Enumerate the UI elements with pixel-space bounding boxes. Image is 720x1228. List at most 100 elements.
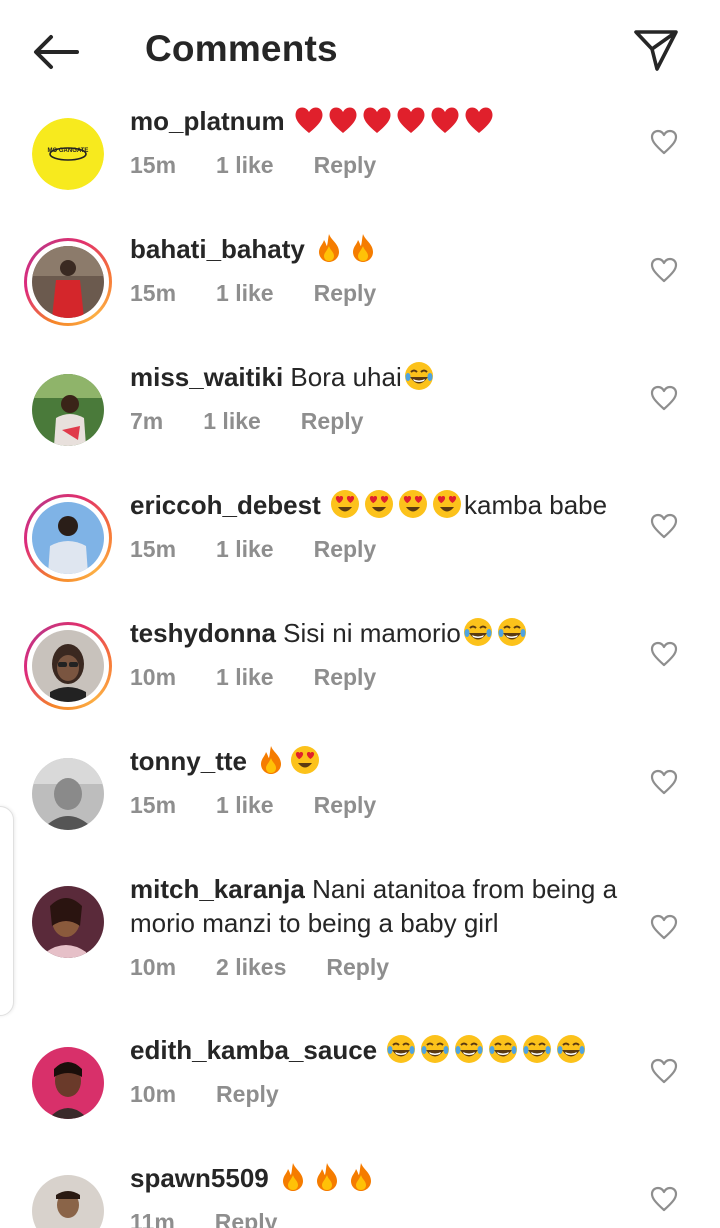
like-comment-button[interactable] (648, 126, 680, 158)
hearteyes-emoji-icon (398, 490, 427, 518)
like-comment-button[interactable] (648, 638, 680, 670)
reply-button[interactable]: Reply (314, 792, 377, 819)
share-button[interactable] (630, 26, 682, 74)
comment-like-count[interactable]: 1 like (216, 152, 274, 179)
avatar[interactable]: MO GANGATE (24, 110, 112, 198)
laugh-emoji-icon (463, 618, 492, 646)
reply-button[interactable]: Reply (326, 954, 389, 981)
avatar-image (32, 886, 104, 958)
comment-username[interactable]: edith_kamba_sauce (130, 1035, 377, 1065)
comment-username[interactable]: ericcoh_debest (130, 490, 321, 520)
comment-username[interactable]: bahati_bahaty (130, 234, 305, 264)
reply-button[interactable]: Reply (314, 280, 377, 307)
reply-button[interactable]: Reply (215, 1209, 278, 1228)
avatar[interactable] (24, 238, 112, 326)
avatar-image (32, 1047, 104, 1119)
comment-meta: 11m Reply (130, 1209, 277, 1228)
comment-body-after: kamba babe (463, 490, 608, 520)
heart-emoji-icon (363, 107, 391, 133)
hearteyes-emoji-icon (330, 490, 359, 518)
heart-outline-icon (650, 914, 678, 940)
comment-like-count[interactable]: 1 like (216, 664, 274, 691)
comment-username[interactable]: spawn5509 (130, 1163, 269, 1193)
comment-row: edith_kamba_sauce 10m Reply (0, 1029, 720, 1157)
reply-button[interactable]: Reply (314, 152, 377, 179)
hearteyes-emoji-icon (291, 746, 320, 774)
comment-text: bahati_bahaty (130, 232, 630, 266)
avatar-photo (32, 630, 104, 702)
like-comment-button[interactable] (648, 1183, 680, 1215)
comment-time: 11m (130, 1209, 175, 1228)
comment-body: Sisi ni mamorio (275, 618, 461, 648)
avatar-photo (32, 246, 104, 318)
comment-username[interactable]: tonny_tte (130, 746, 247, 776)
comment-row: miss_waitiki Bora uhai 7m 1 like Reply (0, 356, 720, 484)
comment-emojis (384, 1035, 588, 1065)
page-title: Comments (145, 28, 338, 69)
avatar[interactable] (24, 366, 112, 454)
reply-button[interactable]: Reply (314, 664, 377, 691)
like-comment-button[interactable] (648, 1055, 680, 1087)
comment-like-count[interactable]: 1 like (216, 792, 274, 819)
comment-meta: 10m 2 likes Reply (130, 954, 389, 981)
comment-like-count[interactable]: 1 like (203, 408, 261, 435)
comment-username[interactable]: miss_waitiki (130, 362, 283, 392)
comment-text: miss_waitiki Bora uhai (130, 360, 630, 394)
fire-emoji-icon (261, 746, 282, 774)
comment-like-count[interactable]: 1 like (216, 536, 274, 563)
comment-row: ericcoh_debest kamba babe 15m 1 like Reply (0, 484, 720, 612)
heart-emoji-icon (295, 107, 323, 133)
comment-row: spawn5509 11m Reply (0, 1157, 720, 1228)
heart-emoji-icon (397, 107, 425, 133)
comment-text: tonny_tte (130, 744, 630, 778)
like-comment-button[interactable] (648, 254, 680, 286)
avatar-image (32, 374, 104, 446)
avatar-photo (32, 374, 104, 446)
like-comment-button[interactable] (648, 382, 680, 414)
story-ring-gap (27, 625, 109, 707)
comment-emojis (402, 362, 436, 392)
fire-emoji-icon (319, 234, 340, 262)
like-comment-button[interactable] (648, 766, 680, 798)
like-comment-button[interactable] (648, 911, 680, 943)
avatar[interactable] (24, 878, 112, 966)
avatar[interactable] (24, 750, 112, 838)
comment-time: 15m (130, 536, 177, 562)
reply-button[interactable]: Reply (314, 536, 377, 563)
back-button[interactable] (28, 30, 82, 74)
comment-meta: 10m 1 like Reply (130, 664, 376, 691)
laugh-emoji-icon (421, 1035, 450, 1063)
laugh-emoji-icon (404, 362, 433, 390)
comment-username[interactable]: teshydonna (130, 618, 276, 648)
laugh-emoji-icon (523, 1035, 552, 1063)
comment-like-count[interactable]: 1 like (216, 280, 274, 307)
avatar-photo (32, 1175, 104, 1228)
avatar[interactable] (24, 494, 112, 582)
laugh-emoji-icon (455, 1035, 484, 1063)
heart-outline-icon (650, 257, 678, 283)
avatar[interactable] (24, 1167, 112, 1228)
comment-username[interactable]: mo_platnum (130, 106, 285, 136)
comment-time: 15m (130, 152, 177, 178)
avatar[interactable] (24, 1039, 112, 1127)
comment-username[interactable]: mitch_karanja (130, 874, 305, 904)
reply-button[interactable]: Reply (301, 408, 364, 435)
story-ring-gap (27, 241, 109, 323)
comment-time: 15m (130, 792, 177, 818)
header: Comments (0, 0, 720, 100)
comment-emojis (292, 106, 496, 136)
edge-panel-handle[interactable] (0, 806, 14, 1016)
story-ring-gap (27, 497, 109, 579)
hearteyes-emoji-icon (364, 490, 393, 518)
laugh-emoji-icon (557, 1035, 586, 1063)
like-comment-button[interactable] (648, 510, 680, 542)
hearteyes-emoji-icon (432, 490, 461, 518)
comment-emojis (461, 618, 529, 648)
laugh-emoji-icon (497, 618, 526, 646)
comment-like-count[interactable]: 2 likes (216, 954, 286, 981)
comment-time: 10m (130, 664, 177, 690)
comment-time: 7m (130, 408, 164, 434)
avatar-image (32, 502, 104, 574)
avatar[interactable] (24, 622, 112, 710)
reply-button[interactable]: Reply (216, 1081, 279, 1108)
